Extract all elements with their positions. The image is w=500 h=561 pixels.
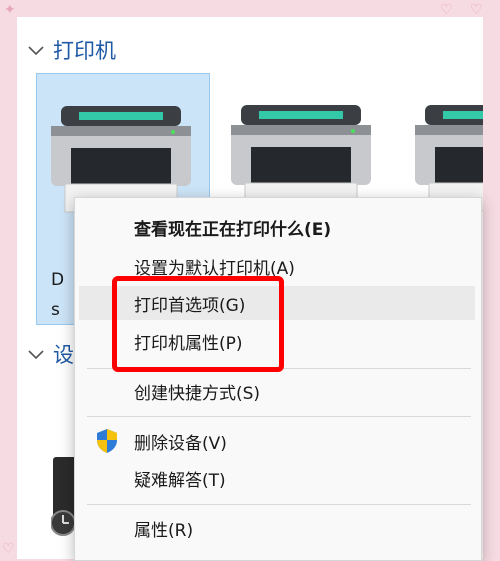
- menu-item-create-shortcut[interactable]: 创建快捷方式(S): [79, 374, 475, 408]
- chevron-down-icon: [28, 350, 44, 360]
- star-decoration-icon: ✦: [4, 2, 16, 18]
- menu-item-label: 属性(R): [134, 520, 194, 541]
- menu-item-label: 设置为默认打印机(A): [134, 258, 295, 279]
- menu-item-label: 疑难解答(T): [134, 470, 226, 491]
- devices-group-header[interactable]: 设: [27, 339, 74, 369]
- uac-shield-icon: [97, 429, 117, 453]
- printer-name-line2: s: [51, 300, 60, 320]
- menu-item-see-whats-printing[interactable]: 查看现在正在打印什么(E): [79, 210, 475, 244]
- menu-item-label: 删除设备(V): [134, 433, 227, 454]
- menu-item-remove-device[interactable]: 删除设备(V): [79, 424, 475, 458]
- menu-item-label: 查看现在正在打印什么(E): [134, 219, 332, 240]
- printers-group-header[interactable]: 打印机: [27, 35, 116, 65]
- group-title: 设: [53, 343, 74, 367]
- heart-decoration-icon: ♡: [2, 541, 15, 557]
- menu-item-troubleshoot[interactable]: 疑难解答(T): [79, 461, 475, 495]
- group-title: 打印机: [53, 39, 116, 63]
- heart-decoration-icon: ♡: [440, 2, 453, 18]
- printer-context-menu: 查看现在正在打印什么(E) 设置为默认打印机(A) 打印首选项(G) 打印机属性…: [74, 197, 482, 561]
- menu-item-properties[interactable]: 属性(R): [79, 511, 475, 545]
- chevron-down-icon: [28, 46, 44, 56]
- menu-separator: [87, 416, 471, 417]
- annotation-highlight-box: [112, 276, 284, 372]
- heart-decoration-icon: ♡: [470, 2, 483, 18]
- printer-name-line1: D: [51, 270, 65, 290]
- menu-separator: [87, 504, 471, 505]
- menu-item-label: 创建快捷方式(S): [134, 383, 261, 404]
